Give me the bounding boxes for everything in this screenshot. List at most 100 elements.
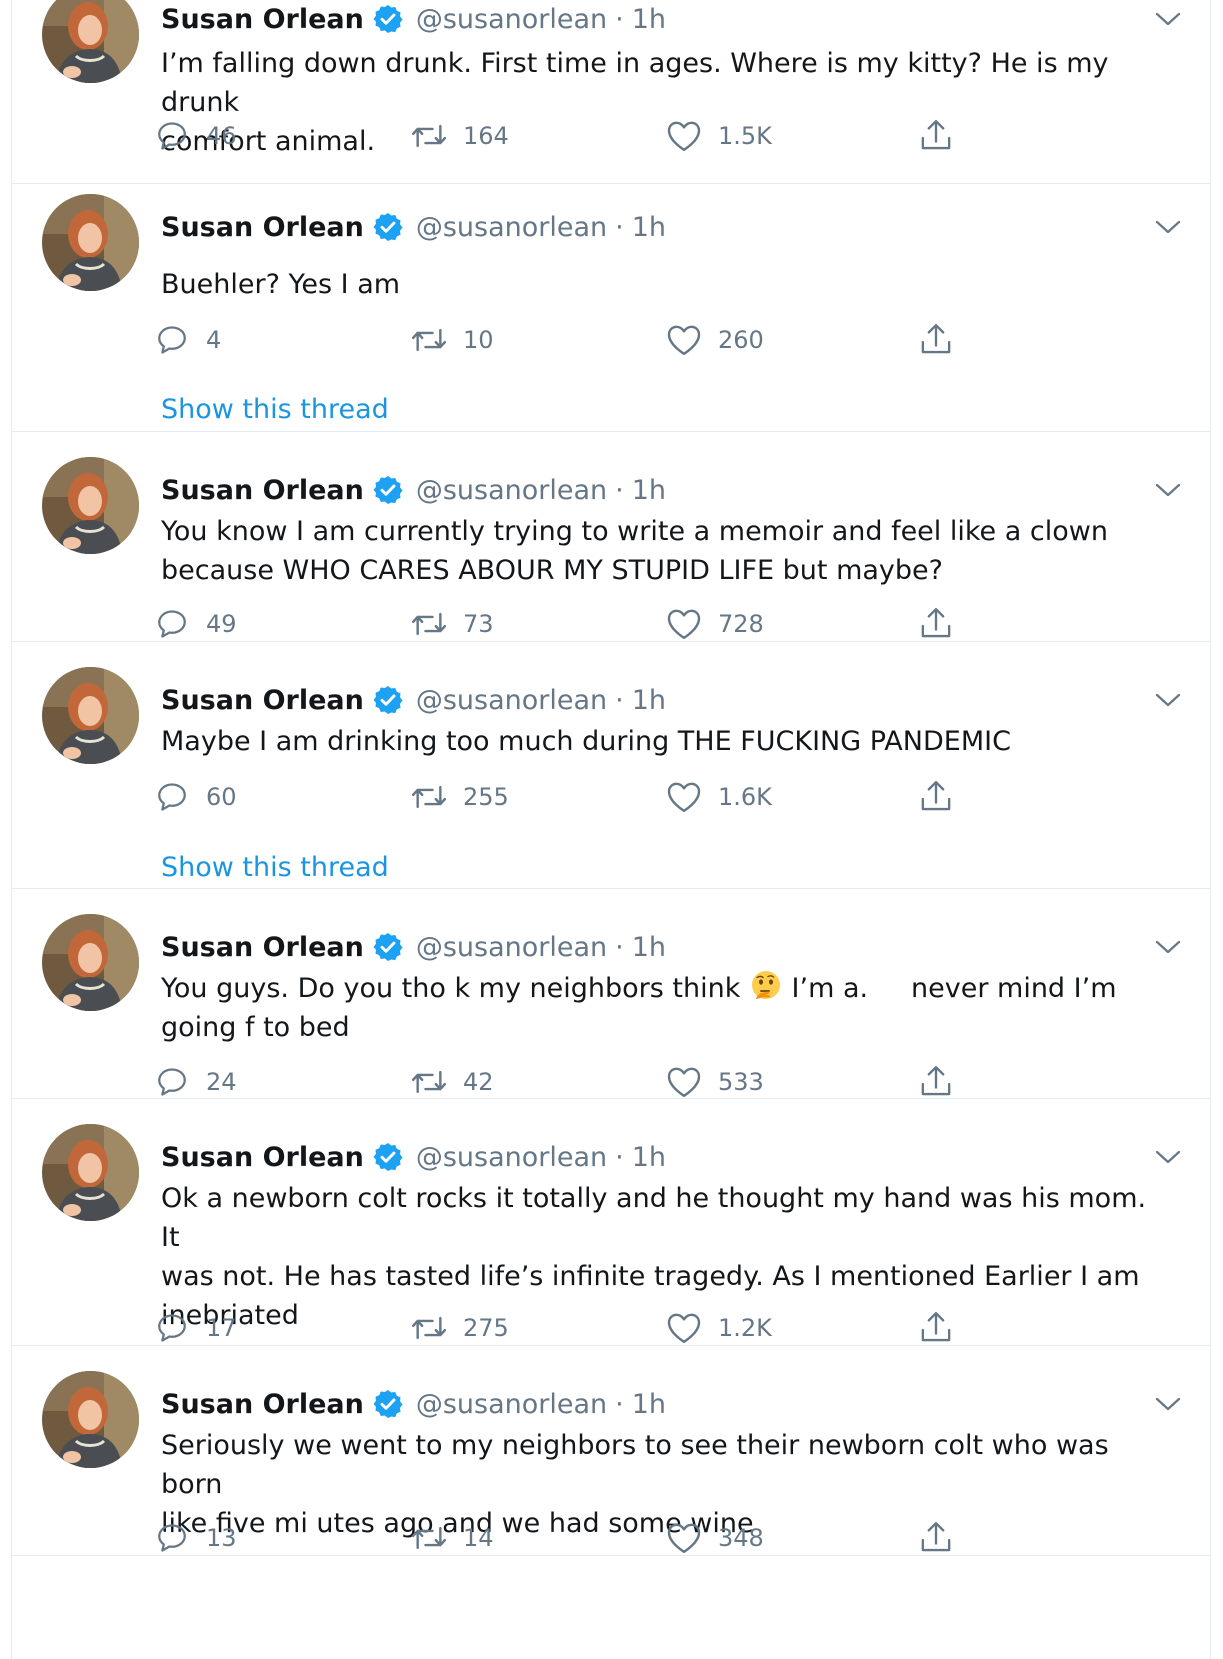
show-thread-link[interactable]: Show this thread — [161, 394, 389, 425]
author-handle[interactable]: @susanorlean — [416, 1389, 607, 1420]
author-handle[interactable]: @susanorlean — [416, 685, 607, 716]
author-name[interactable]: Susan Orlean — [161, 1142, 364, 1173]
retweet-button[interactable]: 10 — [409, 320, 494, 360]
chevron-down-icon[interactable] — [1150, 1, 1186, 37]
author-handle[interactable]: @susanorlean — [416, 212, 607, 243]
tweet[interactable]: Susan Orlean @susanorlean · 1h You know I am… — [12, 432, 1210, 642]
like-count: 533 — [718, 1068, 764, 1096]
like-icon — [664, 604, 704, 644]
tweet[interactable]: Susan Orlean @susanorlean · 1h Seriously we … — [12, 1346, 1210, 1556]
author-name[interactable]: Susan Orlean — [161, 932, 364, 963]
reply-button[interactable]: 13 — [152, 1518, 237, 1558]
verified-badge-icon — [372, 1388, 404, 1420]
verified-badge-icon — [372, 1141, 404, 1173]
author-name[interactable]: Susan Orlean — [161, 4, 364, 35]
author-name[interactable]: Susan Orlean — [161, 685, 364, 716]
reply-button[interactable]: 17 — [152, 1308, 237, 1348]
reply-icon — [152, 604, 192, 644]
retweet-icon — [409, 116, 449, 156]
author-handle[interactable]: @susanorlean — [416, 4, 607, 35]
avatar[interactable] — [42, 1124, 139, 1221]
share-button[interactable] — [916, 1308, 956, 1348]
timestamp[interactable]: 1h — [632, 212, 666, 243]
timeline-feed: Susan Orlean @susanorlean · 1h I’m falling d… — [11, 0, 1211, 1659]
author-name[interactable]: Susan Orlean — [161, 475, 364, 506]
like-button[interactable]: 533 — [664, 1062, 764, 1102]
retweet-count: 164 — [463, 122, 509, 150]
separator-dot: · — [615, 684, 624, 716]
like-button[interactable]: 728 — [664, 604, 764, 644]
timestamp[interactable]: 1h — [632, 475, 666, 506]
tweet[interactable]: Susan Orlean @susanorlean · 1h You guys. Do … — [12, 889, 1210, 1099]
author-name[interactable]: Susan Orlean — [161, 1389, 364, 1420]
author-handle[interactable]: @susanorlean — [416, 932, 607, 963]
avatar[interactable] — [42, 0, 139, 83]
reply-button[interactable]: 60 — [152, 777, 237, 817]
like-button[interactable]: 348 — [664, 1518, 764, 1558]
chevron-down-icon[interactable] — [1150, 1139, 1186, 1175]
retweet-button[interactable]: 42 — [409, 1062, 494, 1102]
timestamp[interactable]: 1h — [632, 685, 666, 716]
like-count: 728 — [718, 610, 764, 638]
retweet-button[interactable]: 73 — [409, 604, 494, 644]
retweet-button[interactable]: 164 — [409, 116, 509, 156]
reply-icon — [152, 1308, 192, 1348]
timestamp[interactable]: 1h — [632, 1389, 666, 1420]
tweet-header: Susan Orlean @susanorlean · 1h — [161, 208, 666, 246]
chevron-down-icon[interactable] — [1150, 682, 1186, 718]
avatar[interactable] — [42, 1371, 139, 1468]
share-button[interactable] — [916, 604, 956, 644]
avatar[interactable] — [42, 457, 139, 554]
retweet-icon — [409, 1062, 449, 1102]
like-count: 260 — [718, 326, 764, 354]
author-name[interactable]: Susan Orlean — [161, 212, 364, 243]
author-handle[interactable]: @susanorlean — [416, 1142, 607, 1173]
tweet[interactable]: Susan Orlean @susanorlean · 1h Ok a newborn … — [12, 1099, 1210, 1346]
share-icon — [916, 116, 956, 156]
like-icon — [664, 777, 704, 817]
retweet-icon — [409, 777, 449, 817]
chevron-down-icon[interactable] — [1150, 209, 1186, 245]
chevron-down-icon[interactable] — [1150, 1386, 1186, 1422]
reply-button[interactable]: 24 — [152, 1062, 237, 1102]
like-button[interactable]: 1.2K — [664, 1308, 772, 1348]
share-button[interactable] — [916, 1062, 956, 1102]
tweet-header: Susan Orlean @susanorlean · 1h — [161, 1385, 666, 1423]
like-icon — [664, 1518, 704, 1558]
verified-badge-icon — [372, 3, 404, 35]
chevron-down-icon[interactable] — [1150, 472, 1186, 508]
share-button[interactable] — [916, 116, 956, 156]
tweet[interactable]: Susan Orlean @susanorlean · 1h I’m falling d… — [12, 0, 1210, 184]
like-button[interactable]: 1.5K — [664, 116, 772, 156]
tweet[interactable]: Susan Orlean @susanorlean · 1h Maybe I am dr… — [12, 642, 1210, 889]
reply-icon — [152, 1062, 192, 1102]
reply-count: 17 — [206, 1314, 237, 1342]
avatar[interactable] — [42, 667, 139, 764]
chevron-down-icon[interactable] — [1150, 929, 1186, 965]
retweet-icon — [409, 320, 449, 360]
timestamp[interactable]: 1h — [632, 1142, 666, 1173]
avatar[interactable] — [42, 194, 139, 291]
share-button[interactable] — [916, 1518, 956, 1558]
share-button[interactable] — [916, 320, 956, 360]
reply-count: 49 — [206, 610, 237, 638]
reply-button[interactable]: 4 — [152, 320, 221, 360]
retweet-count: 275 — [463, 1314, 509, 1342]
retweet-count: 255 — [463, 783, 509, 811]
timestamp[interactable]: 1h — [632, 4, 666, 35]
retweet-button[interactable]: 14 — [409, 1518, 494, 1558]
show-thread-link[interactable]: Show this thread — [161, 852, 389, 883]
retweet-button[interactable]: 255 — [409, 777, 509, 817]
reply-button[interactable]: 49 — [152, 604, 237, 644]
retweet-button[interactable]: 275 — [409, 1308, 509, 1348]
avatar[interactable] — [42, 914, 139, 1011]
share-button[interactable] — [916, 777, 956, 817]
tweet-text: You know I am currently trying to write … — [161, 516, 1108, 586]
timestamp[interactable]: 1h — [632, 932, 666, 963]
author-handle[interactable]: @susanorlean — [416, 475, 607, 506]
like-button[interactable]: 260 — [664, 320, 764, 360]
retweet-count: 10 — [463, 326, 494, 354]
reply-button[interactable]: 46 — [152, 116, 237, 156]
tweet[interactable]: Susan Orlean @susanorlean · 1h Buehler? Yes … — [12, 184, 1210, 432]
like-button[interactable]: 1.6K — [664, 777, 772, 817]
